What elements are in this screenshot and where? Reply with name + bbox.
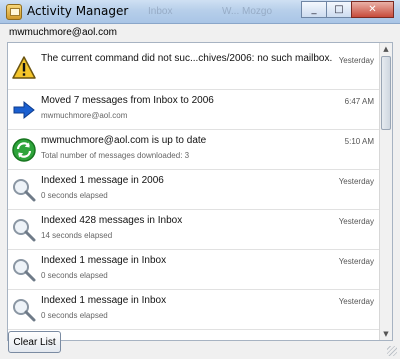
resize-grip[interactable] — [387, 346, 397, 356]
activity-time: Yesterday — [338, 217, 374, 226]
activity-time: Yesterday — [338, 257, 374, 266]
activity-time: 5:10 AM — [344, 137, 374, 146]
list-item[interactable]: Moved 7 messages from Inbox to 2006 mwmu… — [8, 90, 380, 130]
background-window-label: Inbox — [148, 6, 173, 17]
activity-list[interactable]: The current command did not suc...chives… — [7, 42, 393, 341]
activity-subtitle: mwmuchmore@aol.com — [41, 111, 128, 120]
move-arrow-icon — [11, 97, 37, 123]
activity-subtitle: 14 seconds elapsed — [41, 231, 113, 240]
activity-manager-window: mwmuchmore@aol.com The current command d… — [0, 24, 400, 359]
list-item[interactable]: Indexed 1 message in Inbox 0 seconds ela… — [8, 250, 380, 290]
list-item[interactable]: Indexed 428 messages in Inbox 14 seconds… — [8, 210, 380, 250]
activity-subtitle: Total number of messages downloaded: 3 — [41, 151, 190, 160]
activity-time: 6:47 AM — [344, 97, 374, 106]
window-controls: _ □ ✕ — [301, 1, 394, 19]
maximize-icon: □ — [334, 4, 344, 15]
list-item[interactable]: mwmuchmore@aol.com is up to date Total n… — [8, 130, 380, 170]
minimize-icon: _ — [311, 4, 317, 15]
close-button[interactable]: ✕ — [351, 1, 394, 18]
search-icon — [11, 257, 37, 283]
warning-icon — [11, 55, 37, 81]
window-title: Activity Manager — [27, 4, 129, 18]
list-item[interactable]: Indexed 1 message in 2006 0 seconds elap… — [8, 170, 380, 210]
activity-title: Indexed 1 message in Inbox — [41, 295, 167, 306]
scroll-thumb[interactable] — [381, 56, 391, 130]
activity-subtitle: 0 seconds elapsed — [41, 311, 108, 320]
activity-manager-icon — [6, 4, 22, 20]
activity-title: Indexed 1 message in 2006 — [41, 175, 164, 186]
activity-time: Yesterday — [338, 56, 374, 65]
sync-icon — [11, 137, 37, 163]
vertical-scrollbar[interactable]: ▲ ▼ — [379, 43, 392, 340]
activity-title: The current command did not suc...chives… — [41, 53, 333, 64]
activity-subtitle: 0 seconds elapsed — [41, 271, 108, 280]
clear-list-button[interactable]: Clear List — [8, 331, 61, 353]
account-label: mwmuchmore@aol.com — [9, 27, 117, 38]
search-icon — [11, 297, 37, 323]
maximize-button[interactable]: □ — [326, 1, 352, 18]
activity-title: Indexed 428 messages in Inbox — [41, 215, 183, 226]
search-icon — [11, 217, 37, 243]
activity-time: Yesterday — [338, 297, 374, 306]
activity-time: Yesterday — [338, 177, 374, 186]
close-icon: ✕ — [368, 4, 377, 15]
title-bar[interactable]: Activity Manager Inbox W... Mozgo _ □ ✕ — [0, 0, 400, 24]
scroll-down-icon[interactable]: ▼ — [380, 328, 392, 340]
scroll-up-icon[interactable]: ▲ — [380, 43, 392, 55]
activity-title: Indexed 1 message in Inbox — [41, 255, 167, 266]
activity-title: mwmuchmore@aol.com is up to date — [41, 135, 207, 146]
list-item[interactable]: The current command did not suc...chives… — [8, 43, 380, 90]
activity-title: Moved 7 messages from Inbox to 2006 — [41, 95, 214, 106]
activity-subtitle: 0 seconds elapsed — [41, 191, 108, 200]
background-window-label: W... Mozgo — [222, 6, 273, 17]
list-item[interactable]: Indexed 1 message in Inbox 0 seconds ela… — [8, 290, 380, 330]
search-icon — [11, 177, 37, 203]
minimize-button[interactable]: _ — [301, 1, 327, 18]
